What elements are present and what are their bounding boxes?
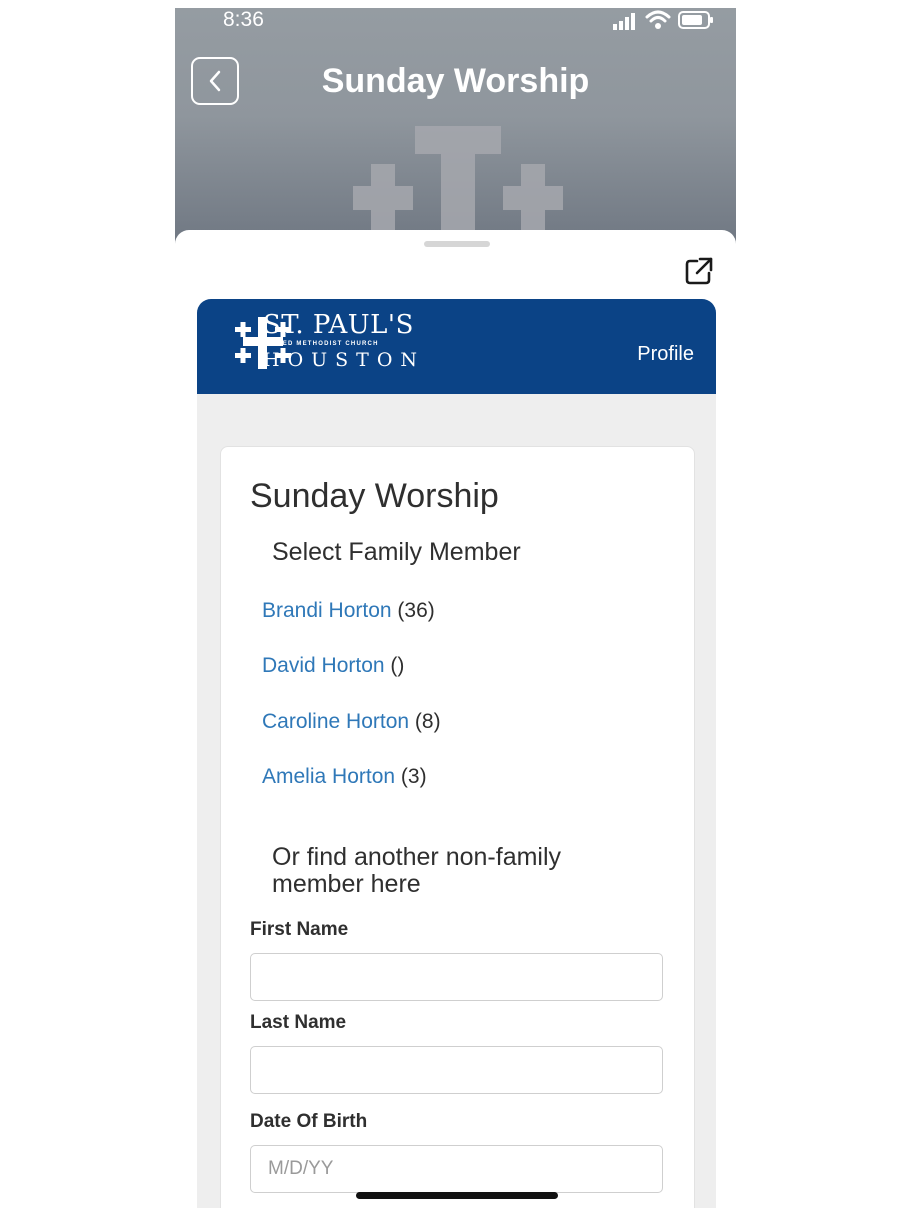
dob-label: Date Of Birth bbox=[250, 1111, 368, 1132]
date-of-birth-field[interactable] bbox=[250, 1145, 663, 1193]
status-time: 8:36 bbox=[223, 8, 264, 31]
wifi-icon bbox=[645, 10, 671, 29]
non-family-heading: Or find another non-family member here bbox=[272, 843, 562, 898]
last-name-label: Last Name bbox=[250, 1012, 347, 1033]
last-name-field[interactable] bbox=[250, 1046, 663, 1094]
signal-icon bbox=[613, 13, 635, 30]
home-indicator bbox=[356, 1192, 558, 1199]
external-link-icon[interactable] bbox=[684, 256, 714, 286]
family-member-item: Brandi Horton (36) bbox=[262, 599, 435, 623]
church-header: ST. PAUL'S UNITED METHODIST CHURCH HOUST… bbox=[197, 299, 716, 394]
battery-icon bbox=[678, 11, 713, 29]
family-member-item: David Horton () bbox=[262, 654, 404, 678]
drag-handle[interactable] bbox=[424, 241, 490, 247]
family-member-link[interactable]: Caroline Horton bbox=[262, 710, 409, 733]
family-member-age: (36) bbox=[397, 599, 435, 622]
family-member-link[interactable]: Amelia Horton bbox=[262, 765, 395, 788]
church-city: HOUSTON bbox=[263, 349, 426, 371]
web-view: ST. PAUL'S UNITED METHODIST CHURCH HOUST… bbox=[197, 299, 716, 1208]
status-bar: 8:36 bbox=[175, 8, 736, 38]
family-member-age: (3) bbox=[400, 765, 427, 788]
family-member-item: Amelia Horton (3) bbox=[262, 765, 427, 789]
first-name-field[interactable] bbox=[250, 953, 663, 1001]
profile-link[interactable]: Profile bbox=[637, 343, 694, 366]
church-subtitle: UNITED METHODIST CHURCH bbox=[264, 341, 379, 347]
family-member-link[interactable]: David Horton bbox=[262, 654, 385, 677]
family-member-link[interactable]: Brandi Horton bbox=[262, 599, 392, 622]
app-header: 8:36 Sunday Worship bbox=[175, 8, 736, 248]
bottom-sheet: ST. PAUL'S UNITED METHODIST CHURCH HOUST… bbox=[175, 230, 736, 1208]
phone-screen: 8:36 Sunday Worship ST. PAUL'S UNITED ME… bbox=[175, 8, 736, 1208]
select-family-heading: Select Family Member bbox=[272, 538, 521, 566]
header-title: Sunday Worship bbox=[321, 62, 590, 100]
family-member-item: Caroline Horton (8) bbox=[262, 710, 441, 734]
family-member-age: (8) bbox=[414, 710, 441, 733]
family-member-age: () bbox=[390, 654, 405, 677]
first-name-label: First Name bbox=[250, 919, 349, 940]
card-title: Sunday Worship bbox=[250, 477, 499, 515]
worship-card: Sunday Worship Select Family Member Bran… bbox=[220, 446, 695, 1208]
church-name: ST. PAUL'S bbox=[263, 310, 414, 340]
